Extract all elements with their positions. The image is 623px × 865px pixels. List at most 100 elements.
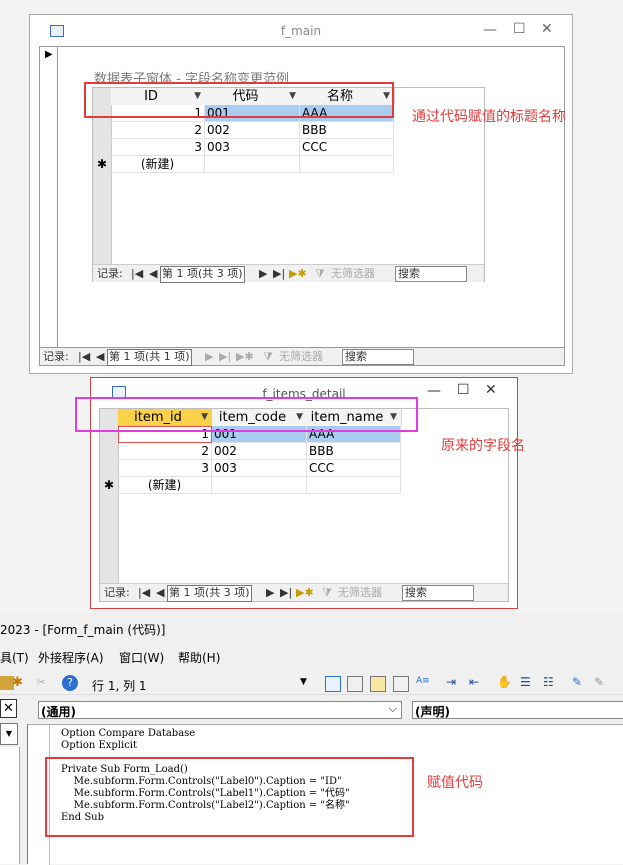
next-record-icon[interactable]: ▶: [259, 265, 267, 282]
main-navigation-bar: 记录: |◀ ◀ 第 1 项(共 1 项) ▶ ▶| ▶✱ ⧩ 无筛选器 搜索: [40, 347, 564, 366]
cell-code[interactable]: 003: [212, 460, 307, 477]
first-record-icon[interactable]: |◀: [78, 348, 90, 365]
cell-name[interactable]: BBB: [307, 443, 401, 460]
filter-status[interactable]: 无筛选器: [331, 265, 375, 282]
cell-code[interactable]: 002: [205, 122, 300, 139]
procedure-combobox[interactable]: (声明): [412, 701, 623, 719]
disabled-icon[interactable]: ✂: [36, 675, 50, 689]
bookmark-icon[interactable]: ✎: [572, 675, 586, 689]
outdent-icon[interactable]: ⇤: [469, 675, 483, 689]
help-icon[interactable]: ?: [62, 675, 78, 691]
filter-icon[interactable]: ⧩: [315, 265, 325, 282]
code-line[interactable]: Option Explicit: [61, 740, 137, 752]
highlight-frame-code: [45, 757, 414, 837]
module-tool-icon[interactable]: [347, 676, 363, 692]
cell-id[interactable]: 2: [118, 443, 212, 460]
chevron-down-icon[interactable]: ⌵: [389, 702, 397, 716]
font-tool-icon[interactable]: A≡: [416, 676, 430, 690]
next-record-icon[interactable]: ▶: [205, 348, 213, 365]
nav-label: 记录:: [43, 350, 69, 363]
uncomment-icon[interactable]: ☷: [543, 675, 557, 689]
last-record-icon[interactable]: ▶|: [280, 584, 292, 601]
new-record-row[interactable]: ✱ (新建): [93, 156, 394, 173]
table-row[interactable]: 2 002 BBB: [93, 122, 394, 139]
record-number-input[interactable]: 第 1 项(共 3 项): [167, 585, 252, 602]
annotation-original-fields: 原来的字段名: [441, 438, 525, 454]
new-record-row[interactable]: ✱ (新建): [100, 477, 401, 494]
table-row[interactable]: 2 002 BBB: [100, 443, 401, 460]
cell-id[interactable]: 2: [111, 122, 205, 139]
cell-code[interactable]: [205, 156, 300, 173]
filter-icon[interactable]: ⧩: [263, 348, 273, 365]
vba-toolbar: ✱ ✂ ? 行 1, 列 1 ▼ A≡ ⇥ ⇤ ✋ ☰ ☷ ✎ ✎: [0, 673, 623, 695]
new-record-label[interactable]: (新建): [118, 477, 212, 494]
cell-name[interactable]: CCC: [307, 460, 401, 477]
object-combo-value: (通用): [41, 705, 76, 719]
search-input[interactable]: 搜索: [395, 266, 467, 282]
first-record-icon[interactable]: |◀: [138, 584, 150, 601]
new-record-icon: ✱: [104, 478, 115, 492]
filter-status[interactable]: 无筛选器: [279, 348, 323, 365]
menu-addins[interactable]: 外接程序(A): [38, 649, 104, 666]
cell-id[interactable]: 3: [111, 139, 205, 156]
menu-help[interactable]: 帮助(H): [178, 649, 220, 666]
record-selector-bar[interactable]: ▶: [40, 47, 58, 347]
filter-icon[interactable]: ⧩: [322, 584, 332, 601]
search-input[interactable]: 搜索: [342, 349, 414, 365]
last-record-icon[interactable]: ▶|: [273, 265, 285, 282]
cell-code[interactable]: 003: [205, 139, 300, 156]
table-row[interactable]: 3 003 CCC: [100, 460, 401, 477]
vba-menu-bar: 具(T) 外接程序(A) 窗口(W) 帮助(H): [0, 649, 623, 667]
cell-code[interactable]: [212, 477, 307, 494]
main-form-window: f_main — ☐ ✕ ▶ 数据表子窗体 - 字段名称变更范例 ID ▼ 代码 ▼…: [29, 14, 573, 374]
indent-icon[interactable]: ⇥: [446, 675, 460, 689]
code-line[interactable]: Option Compare Database: [61, 728, 195, 740]
first-record-icon[interactable]: |◀: [131, 265, 143, 282]
record-number-input[interactable]: 第 1 项(共 3 项): [160, 266, 245, 283]
new-record-label[interactable]: (新建): [111, 156, 205, 173]
search-input[interactable]: 搜索: [402, 585, 474, 601]
table-row[interactable]: 3 003 CCC: [93, 139, 394, 156]
last-record-icon[interactable]: ▶|: [219, 348, 231, 365]
addin-icon[interactable]: ✱: [12, 675, 26, 690]
new-record-nav-icon[interactable]: ▶✱: [296, 584, 314, 601]
prev-record-icon[interactable]: ◀: [156, 584, 164, 601]
menu-tools[interactable]: 具(T): [0, 649, 29, 666]
procedure-combo-value: (声明): [415, 705, 450, 719]
comment-icon[interactable]: ☰: [520, 675, 534, 689]
cell-name[interactable]: CCC: [300, 139, 394, 156]
filter-status[interactable]: 无筛选器: [338, 584, 382, 601]
next-record-icon[interactable]: ▶: [266, 584, 274, 601]
cell-name[interactable]: [300, 156, 394, 173]
minimize-icon[interactable]: —: [427, 383, 441, 399]
record-number-input[interactable]: 第 1 项(共 1 项): [107, 349, 192, 366]
new-record-nav-icon[interactable]: ▶✱: [236, 348, 254, 365]
breakpoint-hand-icon[interactable]: ✋: [497, 675, 512, 689]
class-tool-icon[interactable]: [370, 676, 386, 692]
close-icon[interactable]: ✕: [485, 382, 497, 398]
cell-id[interactable]: 3: [118, 460, 212, 477]
maximize-icon[interactable]: ☐: [513, 21, 526, 37]
next-bookmark-icon[interactable]: ✎: [594, 675, 608, 689]
close-icon[interactable]: ✕: [541, 21, 553, 37]
vba-title: 2023 - [Form_f_main (代码)]: [0, 623, 166, 637]
form-tool-icon[interactable]: [325, 676, 341, 692]
prev-record-icon[interactable]: ◀: [96, 348, 104, 365]
prev-record-icon[interactable]: ◀: [149, 265, 157, 282]
project-pane-close-icon[interactable]: ✕: [0, 699, 17, 718]
toolbar-dropdown-icon[interactable]: ▼: [300, 677, 307, 687]
project-pane-scroll[interactable]: ▼: [0, 723, 18, 745]
cell-code[interactable]: 002: [212, 443, 307, 460]
object-combobox[interactable]: (通用) ⌵: [38, 701, 402, 719]
new-record-nav-icon[interactable]: ▶✱: [289, 265, 307, 282]
maximize-icon[interactable]: ☐: [457, 382, 470, 398]
project-pane: [0, 747, 20, 864]
cell-name[interactable]: BBB: [300, 122, 394, 139]
minimize-icon[interactable]: —: [483, 22, 497, 38]
cell-name[interactable]: [307, 477, 401, 494]
cursor-position: 行 1, 列 1: [92, 679, 147, 693]
reference-tool-icon[interactable]: [393, 676, 409, 692]
menu-window[interactable]: 窗口(W): [119, 649, 164, 666]
nav-label: 记录:: [97, 267, 123, 280]
highlight-frame-original-fields: [75, 397, 418, 432]
